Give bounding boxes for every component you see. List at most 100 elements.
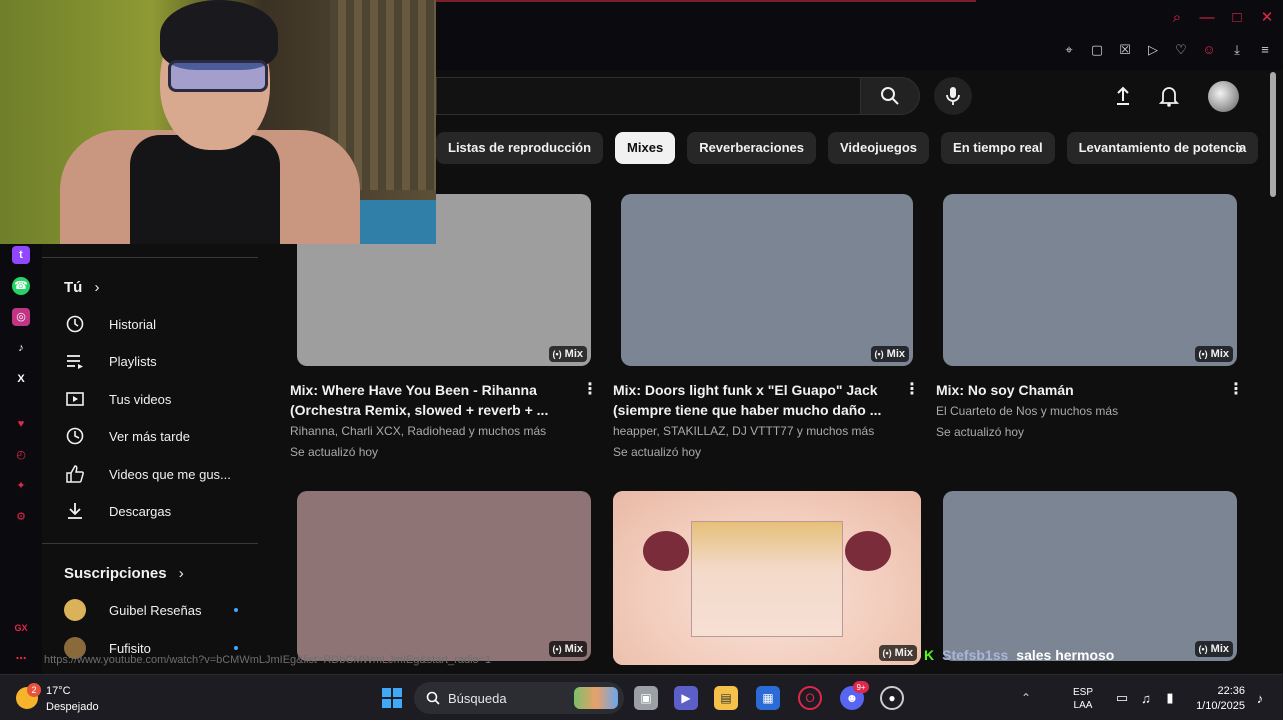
search-input[interactable]: [436, 77, 860, 115]
chat-username: Stefsb1ss: [942, 647, 1009, 663]
start-button[interactable]: [380, 686, 404, 710]
meet-icon[interactable]: ▶: [674, 686, 698, 710]
video-title[interactable]: Mix: Where Have You Been - Rihanna (Orch…: [290, 380, 560, 420]
new-content-dot: [234, 608, 238, 612]
task-view-icon[interactable]: ▣: [634, 686, 658, 710]
clock[interactable]: 22:36 1/10/2025: [1196, 684, 1245, 714]
taskbar-search[interactable]: Búsqueda: [414, 682, 624, 714]
sidebar-item-1[interactable]: Playlists: [64, 343, 264, 379]
subscriptions-title-text: Suscripciones: [64, 565, 167, 582]
chip-2[interactable]: Reverberaciones: [687, 132, 816, 164]
channel-name: Guibel Reseñas: [109, 602, 202, 618]
chip-1[interactable]: Mixes: [615, 132, 676, 164]
video-thumbnail[interactable]: (•) Mix: [943, 491, 1237, 661]
sidebar-item-4[interactable]: Videos que me gus...: [64, 456, 264, 492]
video-thumbnail[interactable]: (•) Mix: [943, 194, 1237, 366]
account-icon[interactable]: ☺: [1201, 42, 1217, 58]
video-channels[interactable]: Rihanna, Charli XCX, Radiohead y muchos …: [290, 421, 570, 441]
snapshot-icon[interactable]: ▢: [1089, 42, 1105, 58]
maximize-icon[interactable]: □: [1229, 10, 1245, 26]
video-channels[interactable]: El Cuarteto de Nos y muchos más: [936, 401, 1216, 421]
adblock-icon[interactable]: ☒: [1117, 42, 1133, 58]
video-updated: Se actualizó hoy: [290, 445, 379, 459]
voice-search-button[interactable]: [934, 77, 972, 115]
chevron-right-icon: ›: [94, 279, 100, 296]
opera-gx-icon[interactable]: O: [798, 686, 822, 710]
easy-setup-icon[interactable]: ≡: [1257, 42, 1273, 58]
mix-badge-label: Mix: [1210, 643, 1229, 655]
mix-badge-label: Mix: [894, 647, 913, 659]
volume-icon[interactable]: ♫: [1134, 686, 1158, 710]
chip-4[interactable]: En tiempo real: [941, 132, 1055, 164]
minimize-icon[interactable]: —: [1199, 10, 1215, 26]
more-icon[interactable]: ⋯: [12, 650, 30, 668]
subscription-item[interactable]: Guibel Reseñas: [64, 596, 264, 624]
tray-chevron-icon[interactable]: ⌃: [1014, 686, 1038, 710]
sidebar-item-label: Descargas: [109, 503, 172, 519]
more-options-icon[interactable]: ⋮: [1228, 380, 1244, 400]
instagram-icon[interactable]: ◎: [12, 308, 30, 326]
video-title[interactable]: Mix: Doors light funk x "El Guapo" Jack …: [613, 380, 883, 420]
video-channels[interactable]: heapper, STAKILLAZ, DJ VTTT77 y muchos m…: [613, 421, 893, 441]
whatsapp-icon[interactable]: ☎: [12, 277, 30, 295]
sidebar-item-5[interactable]: Descargas: [64, 493, 264, 529]
weather-temp: 17°C: [46, 685, 71, 697]
obs-icon[interactable]: ●: [880, 686, 904, 710]
notification-bell-icon[interactable]: ♪: [1248, 686, 1272, 710]
heart-icon[interactable]: ♥: [12, 415, 30, 433]
settings-icon[interactable]: ⚙: [12, 508, 30, 526]
radio-icon: (•): [1198, 349, 1208, 359]
you-section-title[interactable]: Tú ›: [64, 279, 100, 296]
downloads-icon[interactable]: ⤓: [1229, 42, 1245, 58]
video-title[interactable]: Mix: No soy Chamán: [936, 380, 1206, 400]
extensions-icon[interactable]: ✦: [12, 477, 30, 495]
windows-icon: [382, 688, 402, 708]
your-videos-icon: [64, 388, 86, 410]
more-options-icon[interactable]: ⋮: [582, 380, 598, 400]
browser-search-icon[interactable]: ⌕: [1169, 10, 1185, 26]
page-scrollbar[interactable]: [1270, 72, 1276, 197]
mix-badge-label: Mix: [1210, 348, 1229, 360]
upload-button[interactable]: [1109, 82, 1137, 110]
sidebar-item-label: Tus videos: [109, 391, 172, 407]
close-icon[interactable]: ✕: [1259, 10, 1275, 26]
language-indicator[interactable]: ESP LAA: [1073, 686, 1093, 712]
window-controls: ⌕ — □ ✕: [1169, 10, 1275, 26]
avatar[interactable]: [1208, 81, 1239, 112]
store-icon[interactable]: ▦: [756, 686, 780, 710]
taskbar-search-label: Búsqueda: [448, 690, 507, 706]
anime-eye: [845, 531, 891, 571]
notifications-button[interactable]: [1155, 82, 1183, 110]
video-thumbnail[interactable]: (•) Mix: [297, 491, 591, 661]
tab-strip-accent: [436, 0, 976, 2]
radio-icon: (•): [1198, 644, 1208, 654]
history-icon[interactable]: ◴: [12, 446, 30, 464]
tiktok-icon[interactable]: ♪: [12, 339, 30, 357]
chips-next-button[interactable]: ›: [1224, 132, 1256, 164]
divider: [42, 257, 258, 258]
chip-3[interactable]: Videojuegos: [827, 132, 930, 164]
twitch-icon[interactable]: t: [12, 246, 30, 264]
network-icon[interactable]: ▭: [1110, 686, 1134, 710]
battery-icon[interactable]: ▮: [1158, 686, 1182, 710]
file-explorer-icon[interactable]: ▤: [714, 686, 738, 710]
chat-text: sales hermoso: [1016, 647, 1115, 663]
chip-0[interactable]: Listas de reproducción: [436, 132, 604, 164]
player-icon[interactable]: ▷: [1145, 42, 1161, 58]
heart-icon[interactable]: ♡: [1173, 42, 1189, 58]
kick-icon: K: [924, 647, 935, 663]
sidebar-item-2[interactable]: Tus videos: [64, 381, 264, 417]
sidebar-item-label: Historial: [109, 316, 156, 332]
sidebar-item-3[interactable]: Ver más tarde: [64, 418, 264, 454]
video-thumbnail[interactable]: (•) Mix: [621, 194, 913, 366]
search-button[interactable]: [860, 77, 920, 115]
pin-icon[interactable]: ⌖: [1061, 42, 1077, 58]
x-icon[interactable]: X: [12, 370, 30, 388]
subscriptions-title[interactable]: Suscripciones ›: [64, 565, 184, 582]
channel-avatar: [64, 599, 86, 621]
video-thumbnail[interactable]: (•) Mix: [613, 491, 921, 665]
sidebar-item-0[interactable]: Historial: [64, 306, 264, 342]
gx-label[interactable]: GX: [12, 619, 30, 637]
more-options-icon[interactable]: ⋮: [904, 380, 920, 400]
search-highlight-icon: [574, 687, 618, 709]
